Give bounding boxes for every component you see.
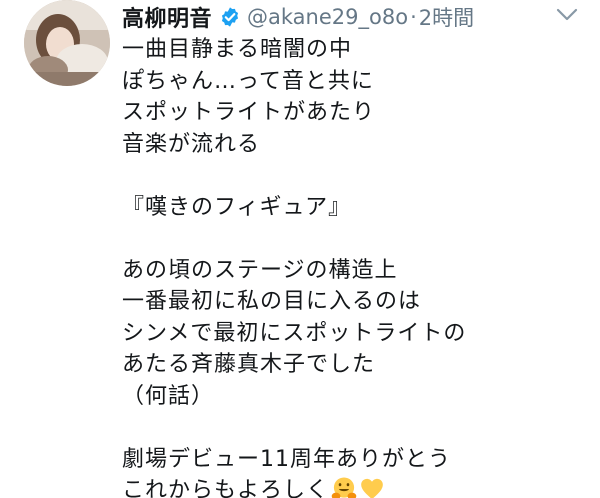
tweet-line: あの頃のステージの構造上 — [122, 257, 398, 283]
timestamp[interactable]: 2時間 — [419, 2, 474, 32]
tweet-line: 音楽が流れる — [122, 131, 261, 157]
tweet-line: シンメで最初にスポットライトの — [122, 320, 467, 346]
tweet-header: 高柳明音 @akane29_o8o · 2時間 — [122, 0, 580, 34]
chevron-down-icon[interactable] — [554, 4, 580, 26]
separator-dot: · — [410, 5, 417, 29]
tweet-line: 一番最初に私の目に入るのは — [122, 289, 422, 314]
tweet: 高柳明音 @akane29_o8o · 2時間 一曲目静まる暗闇の中 ぽちゃん…… — [0, 0, 600, 498]
tweet-text: 一曲目静まる暗闇の中 ぽちゃん…って音と共に スポットライトがあたり 音楽が流れ… — [122, 34, 580, 498]
tweet-line: 一曲目静まる暗闇の中 — [122, 37, 353, 62]
verified-badge-icon — [221, 7, 239, 27]
tweet-line: 劇場デビュー11周年ありがとう — [122, 446, 451, 472]
display-name[interactable]: 高柳明音 — [122, 1, 212, 33]
tweet-line: （何話） — [122, 383, 215, 409]
tweet-last-line: これからもよろしく — [122, 475, 580, 498]
avatar-photo — [24, 0, 110, 86]
user-handle[interactable]: @akane29_o8o — [247, 5, 408, 29]
tweet-line: 『嘆きのフィギュア』 — [122, 194, 352, 220]
tweet-line: これからもよろしく — [122, 478, 330, 498]
tweet-line: ぽちゃん…って音と共に — [122, 68, 374, 94]
tweet-line: スポットライトがあたり — [122, 100, 376, 125]
tweet-line: あたる斉藤真木子でした — [122, 352, 376, 377]
hugging-face-emoji-icon — [331, 477, 357, 498]
avatar[interactable] — [24, 0, 110, 86]
tweet-content: 高柳明音 @akane29_o8o · 2時間 一曲目静まる暗闇の中 ぽちゃん…… — [122, 0, 580, 498]
yellow-heart-emoji-icon — [361, 478, 383, 498]
